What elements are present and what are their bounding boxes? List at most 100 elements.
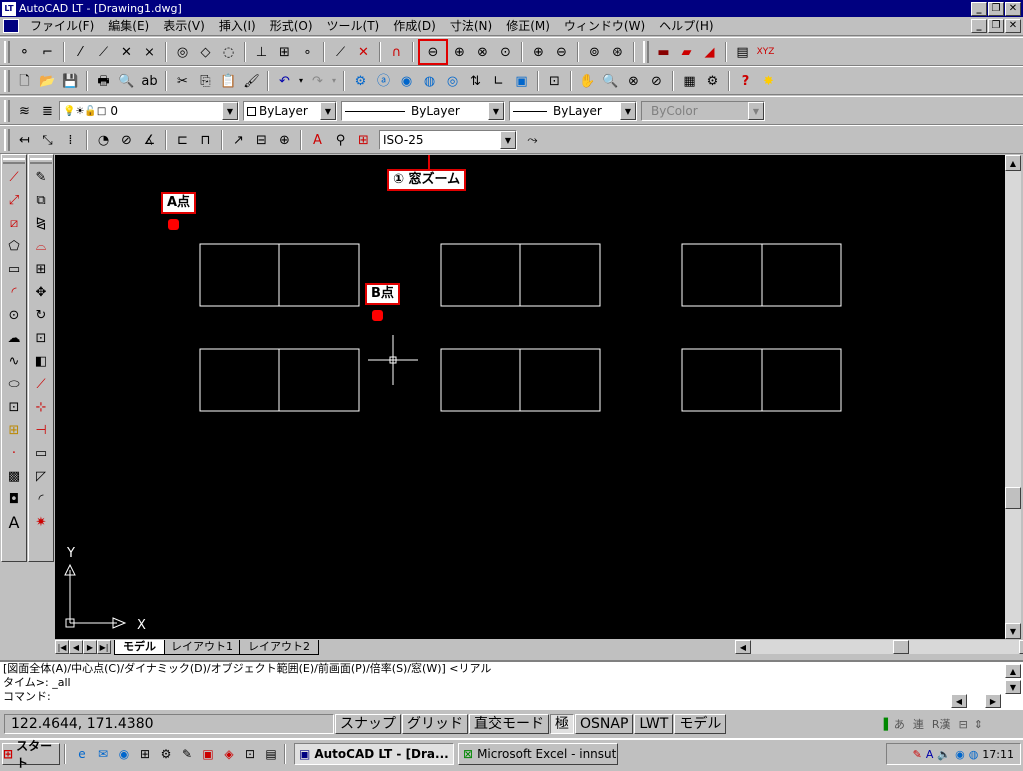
lineweight-dropdown[interactable]: ByLayer ▼ xyxy=(509,101,637,121)
ime-conversion[interactable]: 連 xyxy=(913,716,924,732)
region-icon[interactable]: ◘ xyxy=(3,488,26,511)
rotate-icon[interactable]: ↻ xyxy=(30,304,53,327)
zoom-previous-icon[interactable]: ⊘ xyxy=(645,70,668,92)
taskbar-autocad[interactable]: ▣ AutoCAD LT - [Dra... xyxy=(294,742,454,765)
match-properties-icon[interactable]: 🖌 xyxy=(240,70,263,92)
dim-style-icon[interactable]: ⤳ xyxy=(521,129,544,151)
dim-edit-icon[interactable]: A xyxy=(306,129,329,151)
app-icon-10[interactable]: ▤ xyxy=(262,745,280,763)
doc-minimize-button[interactable]: _ xyxy=(971,19,987,33)
snap-perpendicular-icon[interactable]: ⊥ xyxy=(250,41,273,63)
scroll-right-arrow[interactable]: ▶ xyxy=(1019,640,1023,654)
snap-settings-icon[interactable]: ∩ xyxy=(385,41,408,63)
dim-update-icon[interactable]: ⊞ xyxy=(352,129,375,151)
properties-2-icon[interactable]: ▦ xyxy=(678,70,701,92)
spellcheck-icon[interactable]: ab xyxy=(138,70,161,92)
menu-modify[interactable]: 修正(M) xyxy=(499,17,557,35)
color-dropdown-arrow[interactable]: ▼ xyxy=(320,102,336,120)
view-icon[interactable]: ▣ xyxy=(510,70,533,92)
snap-midpoint-icon[interactable]: ⟋ xyxy=(92,41,115,63)
stretch-icon[interactable]: ◧ xyxy=(30,350,53,373)
linetype-dropdown[interactable]: ByLayer ▼ xyxy=(341,101,505,121)
lineweight-dropdown-arrow[interactable]: ▼ xyxy=(620,102,636,120)
paste-icon[interactable]: 📋 xyxy=(217,70,240,92)
publish-icon[interactable]: ◎ xyxy=(441,70,464,92)
menu-dimension[interactable]: 寸法(N) xyxy=(443,17,499,35)
desktop-icon[interactable]: ⊞ xyxy=(136,745,154,763)
command-window[interactable]: [図面全体(A)/中心点(C)/ダイナミック(D)/オブジェクト範囲(E)/前画… xyxy=(0,660,1023,710)
dimstyle-dropdown[interactable]: ISO-25 ▼ xyxy=(379,130,517,150)
properties-icon[interactable]: ▤ xyxy=(731,41,754,63)
zoom-window-icon[interactable]: ⊖ xyxy=(418,39,448,65)
menu-draw[interactable]: 作成(D) xyxy=(386,17,443,35)
scale-icon[interactable]: ⊡ xyxy=(30,327,53,350)
command-scroll-down[interactable]: ▼ xyxy=(1005,680,1021,694)
layer-manager-icon[interactable]: ≋ xyxy=(13,100,36,122)
layer-icon[interactable]: ▬ xyxy=(652,41,675,63)
command-prompt[interactable]: コマンド: xyxy=(0,690,1023,704)
volume-icon[interactable]: 🔈 xyxy=(937,748,951,761)
tab-prev-icon[interactable]: ◀ xyxy=(69,640,83,654)
command-scroll-right[interactable]: ▶ xyxy=(985,694,1001,708)
dim-radius-icon[interactable]: ◔ xyxy=(92,129,115,151)
line-icon[interactable]: ⟋ xyxy=(3,166,26,189)
dim-ordinate-icon[interactable]: ⁞ xyxy=(59,129,82,151)
tolerance-icon[interactable]: ⊟ xyxy=(250,129,273,151)
globe-icon[interactable]: ◍ xyxy=(418,70,441,92)
linetype-dropdown-arrow[interactable]: ▼ xyxy=(488,102,504,120)
cut-icon[interactable]: ✂ xyxy=(171,70,194,92)
arc-icon[interactable]: ◜ xyxy=(3,281,26,304)
command-scroll-up[interactable]: ▲ xyxy=(1005,664,1021,678)
make-current-icon[interactable]: ≣ xyxy=(36,100,59,122)
move-icon[interactable]: ✥ xyxy=(30,281,53,304)
polyline-icon[interactable]: ⧄ xyxy=(3,212,26,235)
snap-node-icon[interactable]: ∘ xyxy=(296,41,319,63)
coordinate-display[interactable]: 122.4644, 171.4380 xyxy=(4,714,334,734)
tab-layout1[interactable]: レイアウト1 xyxy=(162,639,242,655)
color-dropdown[interactable]: ByLayer ▼ xyxy=(243,101,337,121)
ortho-toggle[interactable]: 直交モード xyxy=(469,714,549,734)
undo-icon[interactable]: ↶ xyxy=(273,70,296,92)
ime-pad-icon[interactable]: ⊟ xyxy=(959,718,968,731)
menu-edit[interactable]: 編集(E) xyxy=(101,17,156,35)
drawing-canvas[interactable]: Y X ① 窓ズーム A点 B点 xyxy=(55,155,1005,639)
scroll-down-arrow[interactable]: ▼ xyxy=(1005,623,1021,639)
print-preview-icon[interactable]: 🔍 xyxy=(115,70,138,92)
snap-nearest-icon[interactable]: ⟋ xyxy=(329,41,352,63)
snap-insert-icon[interactable]: ⊞ xyxy=(273,41,296,63)
snap-center-icon[interactable]: ◎ xyxy=(171,41,194,63)
app-icon-8[interactable]: ◈ xyxy=(220,745,238,763)
menu-help[interactable]: ヘルプ(H) xyxy=(652,17,720,35)
realtime-pan-icon[interactable]: ✋ xyxy=(576,70,599,92)
help-icon[interactable]: ? xyxy=(734,70,757,92)
extend-icon[interactable]: ⊣ xyxy=(30,419,53,442)
network-icon[interactable]: ◉ xyxy=(955,748,965,761)
center-mark-icon[interactable]: ⊕ xyxy=(273,129,296,151)
zoom-window-2-icon[interactable]: ⊗ xyxy=(622,70,645,92)
ime-mode[interactable]: あ xyxy=(894,716,905,732)
menu-view[interactable]: 表示(V) xyxy=(156,17,212,35)
undo-dropdown-icon[interactable]: ▾ xyxy=(296,70,306,92)
aerial-view-icon[interactable]: ⊡ xyxy=(543,70,566,92)
copy-object-icon[interactable]: ⧉ xyxy=(30,189,53,212)
zoom-in-icon[interactable]: ⊕ xyxy=(527,41,550,63)
mirror-icon[interactable]: ⧎ xyxy=(30,212,53,235)
start-button[interactable]: ⊞ スタート xyxy=(2,739,60,770)
dim-aligned-icon[interactable]: ⤡ xyxy=(36,129,59,151)
zoom-scale-icon[interactable]: ⊗ xyxy=(471,41,494,63)
channels-icon[interactable]: ◉ xyxy=(115,745,133,763)
lengthen-icon[interactable]: ⟋ xyxy=(30,373,53,396)
erase-icon[interactable]: ✎ xyxy=(30,166,53,189)
list-xyz-icon[interactable]: XYZ xyxy=(754,41,777,63)
circle-icon[interactable]: ⊙ xyxy=(3,304,26,327)
mtext-icon[interactable]: A xyxy=(3,511,26,534)
layer-prev-icon[interactable]: ▰ xyxy=(675,41,698,63)
menu-window[interactable]: ウィンドウ(W) xyxy=(557,17,652,35)
ucs-icon[interactable]: ∟ xyxy=(487,70,510,92)
spline-icon[interactable]: ∿ xyxy=(3,350,26,373)
dim-diameter-icon[interactable]: ⊘ xyxy=(115,129,138,151)
offset-icon[interactable]: ⌓ xyxy=(30,235,53,258)
language-icon[interactable]: A xyxy=(926,748,934,761)
fillet-icon[interactable]: ◜ xyxy=(30,488,53,511)
vertical-scroll-thumb[interactable] xyxy=(1005,487,1021,509)
